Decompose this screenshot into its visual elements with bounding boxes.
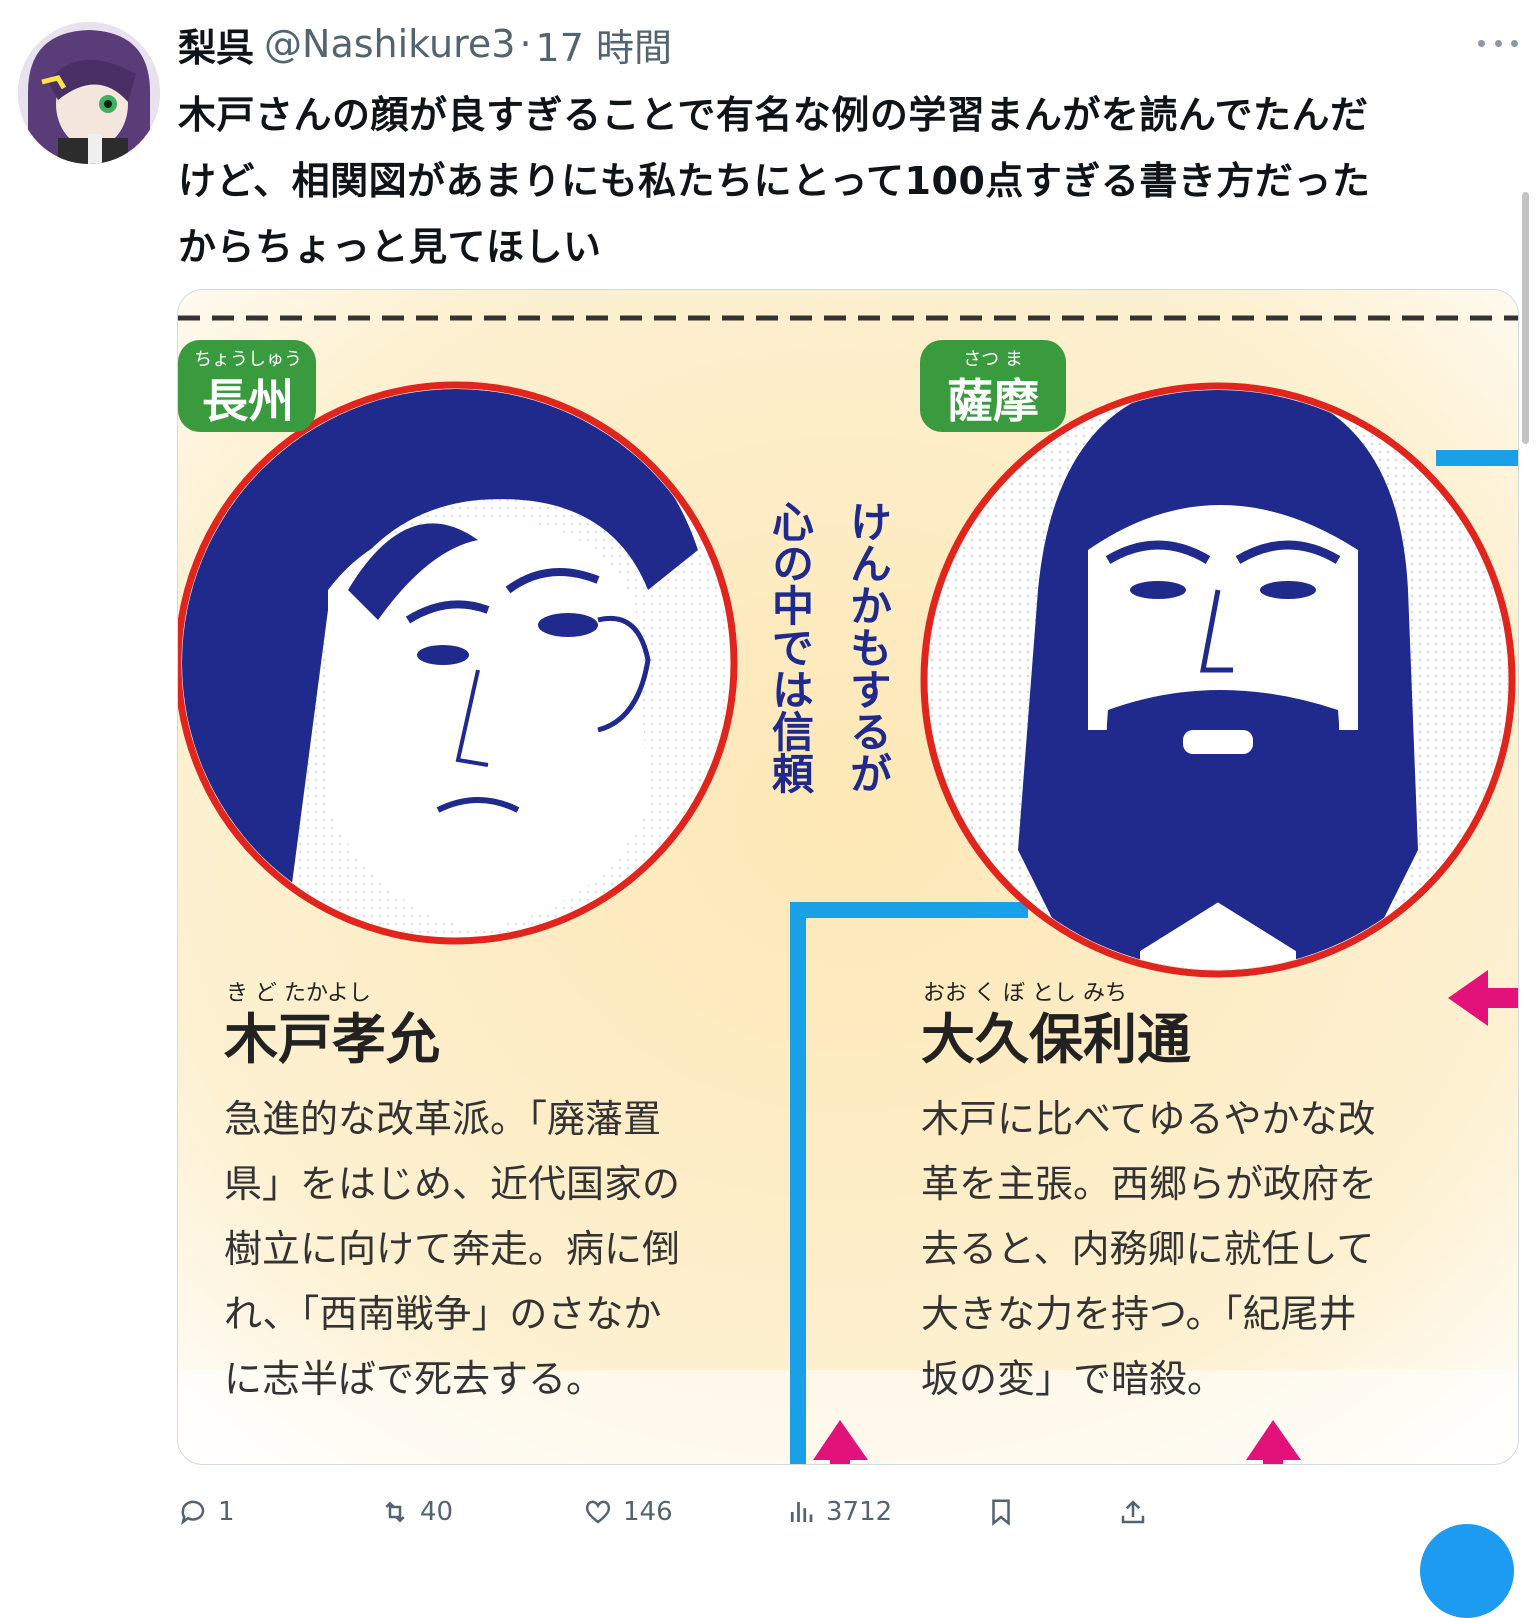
person-name: 大久保利通: [921, 1008, 1191, 1071]
reply-count: 1: [218, 1497, 235, 1527]
retweet-icon: [385, 1501, 405, 1523]
person-name: 木戸孝允: [224, 1008, 440, 1071]
views-count: 3712: [826, 1497, 893, 1527]
like-count: 146: [623, 1497, 673, 1527]
reply-button[interactable]: 1: [178, 1488, 235, 1536]
author-avatar[interactable]: [18, 22, 160, 164]
description-line: に志半ばで死去する。: [224, 1357, 604, 1401]
description-line: 坂の変」で暗殺。: [921, 1357, 1225, 1401]
ellipsis-icon: [1511, 39, 1518, 47]
bookmark-button[interactable]: [986, 1488, 1026, 1536]
manga-chart-illustration: ちょうしゅう 長州 けんかもするが 心の中では信頼 さつ ま 薩摩 き ど たか…: [178, 290, 1518, 1464]
name-ruby-text: おお く ぼ とし みち: [923, 981, 1127, 1006]
bookmark-icon: [992, 1499, 1010, 1526]
scrollbar-thumb[interactable]: [1522, 192, 1529, 444]
speech-bubble-icon: [180, 1500, 205, 1526]
relation-text-col1: けんかもするが: [844, 500, 893, 794]
avatar-illustration: [18, 22, 160, 164]
more-options-button[interactable]: [1478, 26, 1518, 60]
description-line: 県」をはじめ、近代国家の: [224, 1162, 680, 1206]
author-handle[interactable]: @Nashikure3: [264, 22, 515, 66]
ellipsis-icon: [1478, 39, 1485, 47]
region-badge-choshu: ちょうしゅう 長州: [178, 340, 316, 432]
relation-text-col2: 心の中では信頼: [766, 500, 815, 794]
description-line: 大きな力を持つ。「紀尾井: [921, 1292, 1356, 1336]
description-line: 急進的な改革派。「廃藩置: [224, 1097, 661, 1141]
views-button[interactable]: 3712: [786, 1488, 892, 1536]
tweet-media-image[interactable]: ちょうしゅう 長州 けんかもするが 心の中では信頼 さつ ま 薩摩 き ど たか…: [177, 289, 1519, 1465]
region-ruby-text: さつ ま: [963, 349, 1023, 370]
region-label: 薩摩: [947, 374, 1039, 428]
region-badge-satsuma: さつ ま 薩摩: [920, 340, 1066, 432]
region-ruby-text: ちょうしゅう: [194, 349, 302, 370]
tweet-header: 梨呉 @Nashikure3 · 17 時間: [178, 18, 672, 70]
post-timestamp[interactable]: 17 時間: [536, 17, 672, 72]
description-line: 木戸に比べてゆるやかな改: [921, 1097, 1375, 1141]
tweet-body-text: 木戸さんの顔が良すぎることで有名な例の学習まんがを読んでたんだ けど、相関図があ…: [178, 93, 1371, 269]
share-button[interactable]: [1118, 1488, 1158, 1536]
description-line: 革を主張。西郷らが政府を: [921, 1162, 1377, 1206]
author-name[interactable]: 梨呉: [178, 17, 254, 72]
bar-chart-icon: [790, 1502, 813, 1522]
compose-fab-button[interactable]: [1420, 1524, 1514, 1618]
retweet-count: 40: [420, 1497, 454, 1527]
ellipsis-icon: [1494, 39, 1502, 47]
share-upload-icon: [1121, 1500, 1145, 1524]
header-separator: ·: [519, 22, 532, 66]
name-ruby-text: き ど たかよし: [226, 981, 371, 1006]
like-button[interactable]: 146: [583, 1488, 673, 1536]
description-line: 樹立に向けて奔走。病に倒: [224, 1227, 680, 1271]
region-label: 長州: [202, 374, 294, 428]
description-line: 去ると、内務卿に就任して: [921, 1227, 1374, 1271]
retweet-button[interactable]: 40: [380, 1488, 453, 1536]
description-line: れ、「西南戦争」のさなか: [224, 1292, 661, 1336]
tweet-action-bar: 1 40 146 3712: [178, 1488, 1178, 1536]
heart-icon: [585, 1500, 611, 1524]
